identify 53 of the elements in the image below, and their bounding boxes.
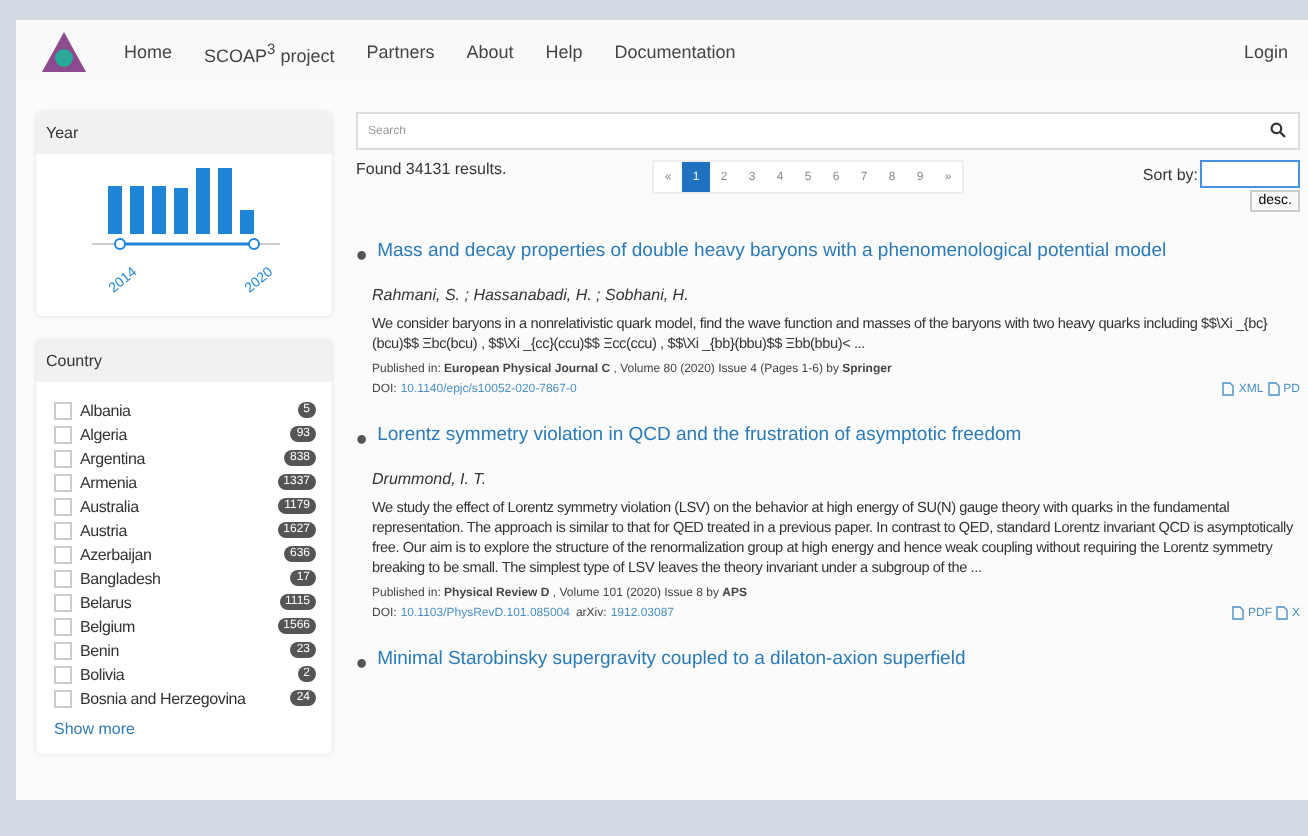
search-icon[interactable] (1270, 122, 1286, 138)
result-title[interactable]: Mass and decay properties of double heavy baryons with a phenomenological potential model (377, 240, 1167, 276)
country-name: Argentina (80, 449, 148, 467)
country-name: Australia (80, 497, 141, 515)
login-link[interactable]: Login (1243, 42, 1288, 62)
panel-title: Year (36, 112, 332, 154)
checkbox[interactable] (54, 641, 72, 659)
bullet: • (356, 424, 368, 460)
nav-link[interactable]: SCOAP$^{3}$ project (204, 39, 335, 65)
checkbox[interactable] (54, 425, 72, 443)
checkbox[interactable] (54, 497, 72, 515)
checkbox[interactable] (54, 593, 72, 611)
document-icon (1222, 382, 1235, 396)
checkbox[interactable] (54, 665, 72, 683)
sort-select[interactable] (1200, 160, 1300, 188)
checkbox[interactable] (54, 689, 72, 707)
checkbox[interactable] (54, 449, 72, 467)
country-name: Azerbaijan (80, 545, 154, 563)
sort-label: Sort by: (1142, 165, 1198, 183)
checkbox[interactable] (54, 545, 72, 563)
country-name: Benin (80, 641, 121, 659)
result-count: Found 34131 results. (356, 160, 509, 178)
result-authors: Drummond, I. T. (372, 470, 489, 488)
result-authors: Rahmani, S. ; Hassanabadi, H. ; Sobhani, H. (372, 286, 691, 304)
country-name: Bangladesh (80, 569, 163, 587)
checkbox[interactable] (54, 521, 72, 539)
country-name: Austria (80, 521, 130, 539)
country-name: Bosnia and Herzegovina (80, 689, 248, 707)
nav-link[interactable]: Help (545, 42, 583, 62)
document-icon (1275, 606, 1288, 620)
panel-title: Country (36, 340, 332, 382)
document-icon (1231, 606, 1244, 620)
checkbox[interactable] (54, 617, 72, 635)
country-name: Algeria (80, 425, 130, 443)
checkbox[interactable] (54, 569, 72, 587)
result-title[interactable]: Lorentz symmetry violation in QCD and the frustration of asymptotic freedom (377, 424, 1022, 460)
bullet: • (356, 648, 368, 684)
country-name: Armenia (80, 473, 139, 491)
show-more-link[interactable]: Show more (36, 710, 332, 754)
country-name: Belarus (80, 593, 134, 611)
result-title[interactable]: Minimal Starobinsky supergravity coupled to a dilaton-axion superfield (377, 648, 966, 684)
bullet: • (356, 240, 368, 276)
country-name: Albania (80, 401, 133, 419)
nav-link[interactable]: Home (124, 42, 173, 62)
country-name: Bolivia (80, 665, 127, 683)
logo-icon[interactable] (40, 30, 88, 74)
checkbox[interactable] (54, 401, 72, 419)
country-name: Belgium (80, 617, 138, 635)
nav-link[interactable]: Documentation (614, 42, 736, 62)
nav-link[interactable]: Partners (366, 42, 435, 62)
checkbox[interactable] (54, 473, 72, 491)
nav-link[interactable]: About (466, 42, 514, 62)
document-icon (1267, 382, 1280, 396)
